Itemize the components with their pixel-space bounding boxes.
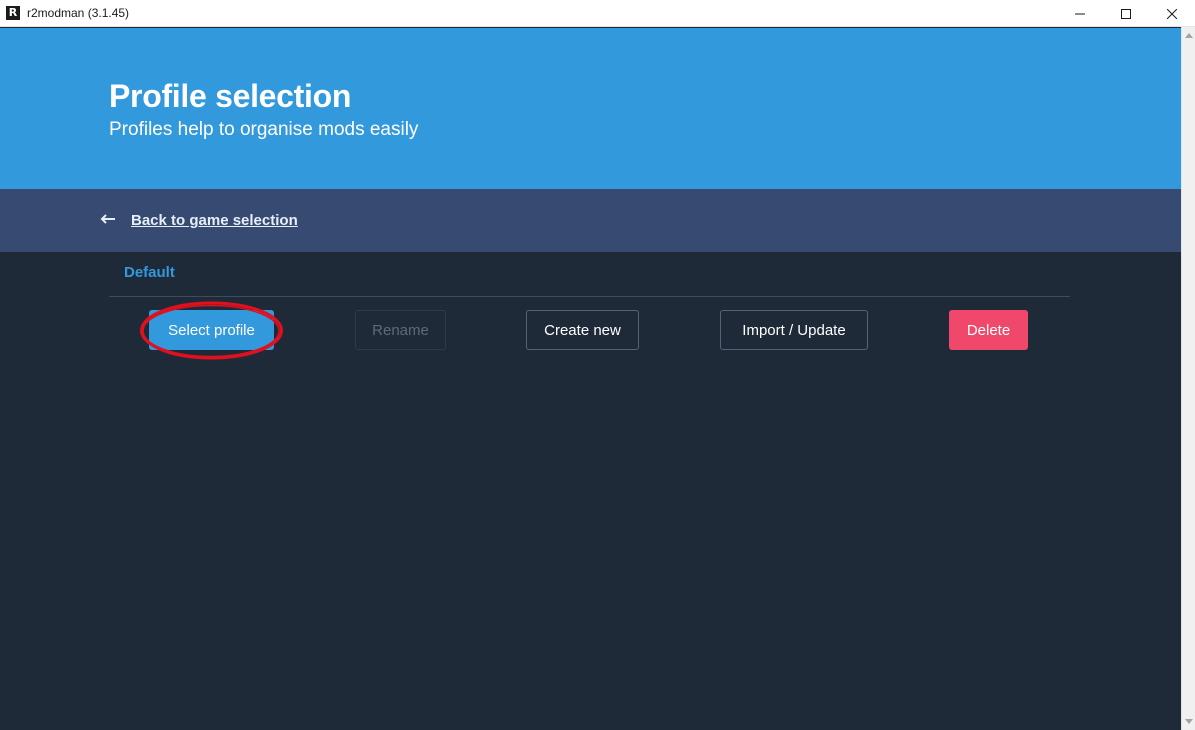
- close-icon: [1167, 8, 1177, 19]
- delete-button[interactable]: Delete: [949, 310, 1028, 350]
- main-content: Profile selection Profiles help to organ…: [0, 28, 1181, 730]
- app-window: R r2modman (3.1.45) Profile selection Pr…: [0, 0, 1195, 730]
- page-subtitle: Profiles help to organise mods easily: [109, 119, 419, 140]
- create-new-button[interactable]: Create new: [526, 310, 639, 350]
- hero-banner: Profile selection Profiles help to organ…: [0, 28, 1181, 189]
- rename-button[interactable]: Rename: [355, 310, 446, 350]
- scroll-down-icon[interactable]: [1185, 719, 1193, 724]
- close-button[interactable]: [1149, 0, 1195, 27]
- title-bar: R r2modman (3.1.45): [0, 0, 1195, 27]
- select-profile-button[interactable]: Select profile: [149, 310, 274, 350]
- import-update-button[interactable]: Import / Update: [720, 310, 868, 350]
- back-navigation-bar: Back to game selection: [0, 189, 1181, 252]
- scroll-up-icon[interactable]: [1185, 33, 1193, 38]
- divider: [109, 296, 1070, 297]
- profile-list-item-default[interactable]: Default: [124, 264, 175, 281]
- window-title: r2modman (3.1.45): [27, 6, 130, 20]
- back-to-game-selection-link[interactable]: Back to game selection: [131, 212, 298, 229]
- minimize-button[interactable]: [1057, 0, 1103, 27]
- maximize-button[interactable]: [1103, 0, 1149, 27]
- vertical-scrollbar[interactable]: [1181, 27, 1195, 730]
- maximize-icon: [1121, 8, 1131, 19]
- page-title: Profile selection: [109, 78, 352, 114]
- minimize-icon: [1075, 13, 1085, 14]
- app-logo-icon: R: [6, 6, 20, 20]
- window-controls: [1057, 0, 1195, 27]
- arrow-left-icon[interactable]: [100, 211, 116, 227]
